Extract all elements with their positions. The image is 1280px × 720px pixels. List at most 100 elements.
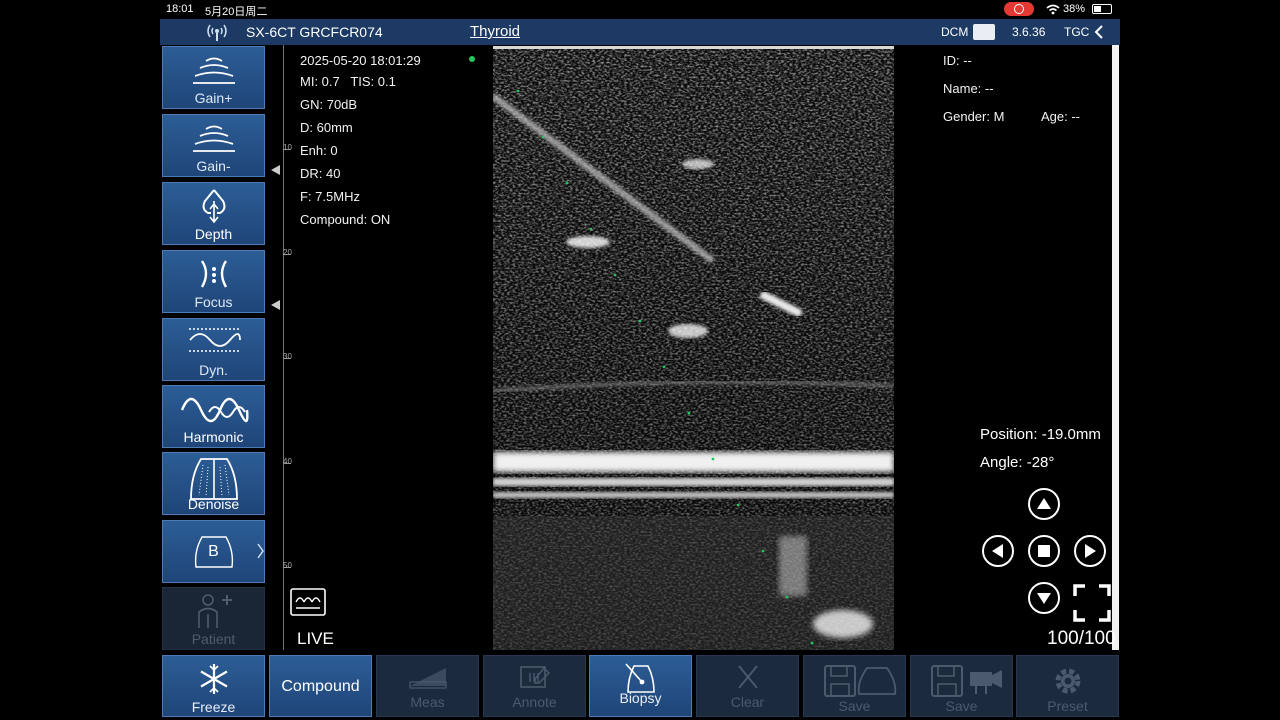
save-image-button[interactable]: Save xyxy=(803,655,906,717)
focus-button[interactable]: Focus xyxy=(162,250,265,313)
focus-label: Focus xyxy=(194,294,233,310)
ruler-label-30: 30 xyxy=(283,352,292,361)
measure-label: Meas xyxy=(410,694,445,710)
add-patient-icon xyxy=(197,594,232,628)
annotate-button[interactable]: Annote xyxy=(483,655,586,717)
focus-marker-icon[interactable] xyxy=(271,300,281,310)
battery-percent: 38% xyxy=(1063,3,1086,15)
snowflake-icon xyxy=(199,664,228,694)
measure-button[interactable]: Meas xyxy=(376,655,479,717)
patient-name: Name: -- xyxy=(943,81,994,96)
tgc-button[interactable]: TGC xyxy=(1064,25,1089,39)
harmonic-label: Harmonic xyxy=(183,429,244,445)
freeze-label: Freeze xyxy=(191,699,236,715)
scan-datetime: 2025-05-20 18:01:29 xyxy=(300,53,421,68)
patient-age: Age: -- xyxy=(1041,109,1081,124)
patient-gender: Gender: M xyxy=(943,109,1005,124)
depth-label: Depth xyxy=(194,226,233,242)
dicom-icon[interactable] xyxy=(973,24,995,40)
live-dot-icon xyxy=(469,56,475,62)
patient-button[interactable]: Patient xyxy=(162,587,265,650)
annotate-icon xyxy=(519,666,550,688)
compound-button[interactable]: Compound xyxy=(269,655,372,717)
biopsy-label: Biopsy xyxy=(619,690,662,706)
clear-label: Clear xyxy=(730,694,765,710)
device-name: SX-6CT GRCFCR074 xyxy=(246,24,383,40)
ruler-label-40: 40 xyxy=(283,457,292,466)
needle-position: Position: -19.0mm xyxy=(980,426,1101,443)
depth-ruler xyxy=(283,45,313,650)
denoise-button[interactable]: Denoise xyxy=(162,452,265,515)
stop-icon xyxy=(1038,545,1050,557)
ruler-label-10: 10 xyxy=(283,143,292,152)
gain-plus-label: Gain+ xyxy=(194,90,233,106)
needle-angle: Angle: -28° xyxy=(980,454,1055,471)
save-image-label: Save xyxy=(838,698,871,714)
gain-minus-label: Gain- xyxy=(196,158,231,174)
mode-label: B xyxy=(208,543,219,560)
move-right-button[interactable] xyxy=(1074,535,1106,567)
save-video-button[interactable]: Save xyxy=(910,655,1013,717)
fullscreen-icon[interactable] xyxy=(1073,584,1111,622)
chevron-right-icon[interactable] xyxy=(257,543,265,559)
freeze-button[interactable]: Freeze xyxy=(162,655,265,717)
preset-button[interactable]: Preset xyxy=(1016,655,1119,717)
ultrasound-scan xyxy=(493,46,894,650)
preset-selector[interactable]: Thyroid xyxy=(470,23,520,40)
move-down-button[interactable] xyxy=(1028,582,1060,614)
dcm-label[interactable]: DCM xyxy=(941,25,968,39)
depth-icon xyxy=(202,189,225,224)
harmonic-button[interactable]: Harmonic xyxy=(162,385,265,448)
status-time: 18:01 xyxy=(166,3,194,15)
chevron-left-icon[interactable] xyxy=(1094,25,1104,39)
dyn-button[interactable]: Dyn. xyxy=(162,318,265,381)
annotate-label: Annote xyxy=(512,694,557,710)
patient-label: Patient xyxy=(191,631,236,647)
gain-plus-icon xyxy=(192,57,235,84)
record-indicator-icon xyxy=(1004,2,1034,16)
focus-marker-icon[interactable] xyxy=(271,165,281,175)
clear-x-icon xyxy=(737,665,758,689)
denoise-icon xyxy=(189,458,238,500)
header-bar: SX-6CT GRCFCR074 Thyroid DCM 3.6.36 TGC xyxy=(160,19,1120,45)
frame-counter: 100/100 xyxy=(1047,628,1116,649)
gain-plus-button[interactable]: Gain+ xyxy=(162,46,265,109)
wifi-icon xyxy=(1046,4,1060,15)
gear-icon xyxy=(1055,668,1080,694)
dyn-label: Dyn. xyxy=(199,362,228,378)
ruler-measure-icon xyxy=(408,668,447,689)
clear-button[interactable]: Clear xyxy=(696,655,799,717)
live-label: LIVE xyxy=(297,629,334,648)
gain-minus-button[interactable]: Gain- xyxy=(162,114,265,177)
version-label: 3.6.36 xyxy=(1012,25,1046,39)
save-video-label: Save xyxy=(945,698,978,714)
move-up-button[interactable] xyxy=(1028,488,1060,520)
mi-tis-readout: MI: 0.7 TIS: 0.1 xyxy=(300,74,396,89)
save-video-icon xyxy=(930,665,1002,697)
biopsy-button[interactable]: Biopsy xyxy=(589,655,692,717)
denoise-label: Denoise xyxy=(187,496,240,512)
save-image-icon xyxy=(823,665,896,697)
depth-button[interactable]: Depth xyxy=(162,182,265,245)
move-left-button[interactable] xyxy=(982,535,1014,567)
harmonic-icon xyxy=(180,397,249,423)
patient-id: ID: -- xyxy=(943,53,972,68)
ultrasound-image[interactable] xyxy=(493,46,894,650)
triangle-left-icon xyxy=(992,544,1003,558)
mode-select-button[interactable]: B xyxy=(162,520,265,583)
preset-label: Preset xyxy=(1047,698,1088,714)
compound-label: Compound xyxy=(281,678,360,695)
stop-button[interactable] xyxy=(1028,535,1060,567)
triangle-right-icon xyxy=(1085,544,1096,558)
gain-minus-icon xyxy=(192,125,235,152)
ruler-label-20: 20 xyxy=(283,248,292,257)
battery-icon xyxy=(1092,4,1112,14)
tgc-scale-bar[interactable] xyxy=(1112,45,1119,650)
dynamic-range-icon xyxy=(188,328,241,352)
triangle-up-icon xyxy=(1037,498,1051,509)
compound-readout: Compound: ON xyxy=(300,212,391,227)
status-bar: 18:01 5月20日周二 38% xyxy=(0,0,1280,19)
probe-signal-icon xyxy=(207,24,227,41)
triangle-down-icon xyxy=(1037,593,1051,604)
cine-icon[interactable] xyxy=(290,588,326,616)
